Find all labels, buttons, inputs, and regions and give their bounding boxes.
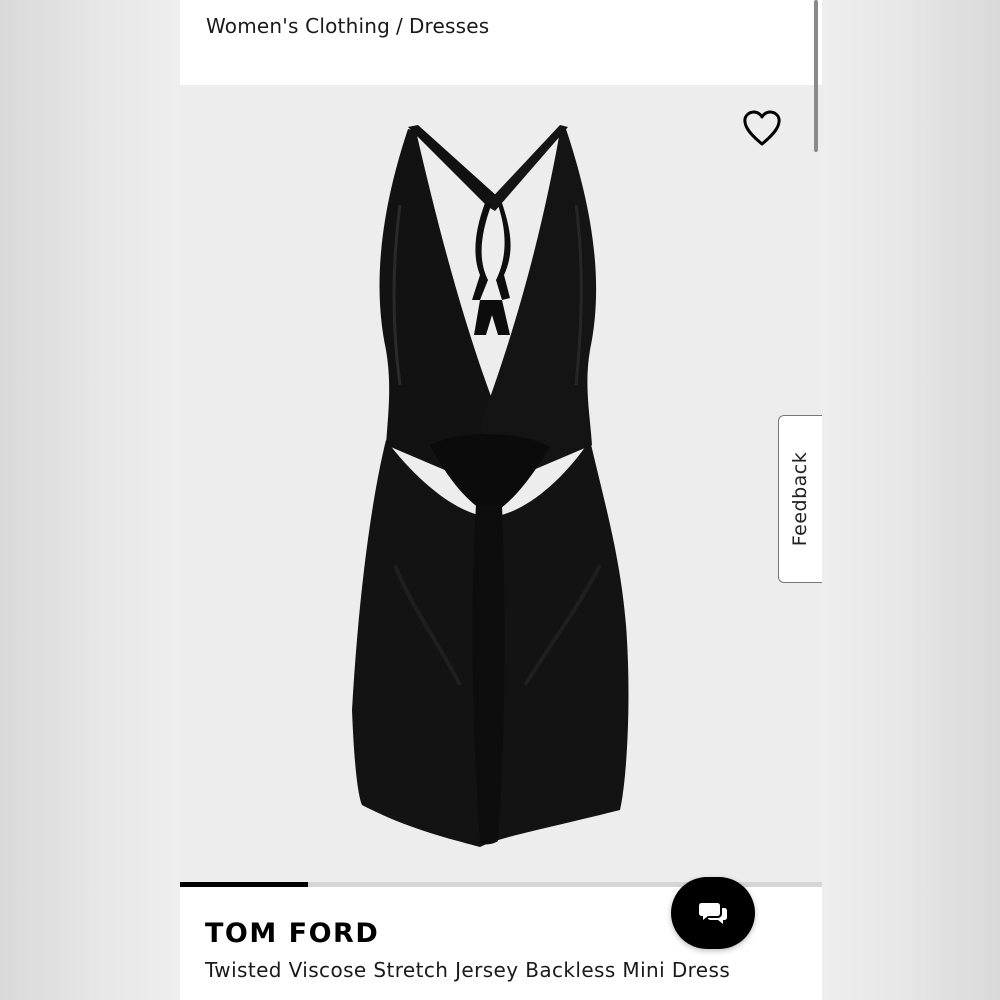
product-name: Twisted Viscose Stretch Jersey Backless …	[205, 958, 731, 982]
product-brand[interactable]: TOM FORD	[205, 918, 379, 949]
wishlist-button[interactable]	[742, 109, 786, 153]
chat-button[interactable]	[671, 877, 755, 949]
breadcrumb-womens-clothing[interactable]: Women's Clothing	[206, 14, 390, 38]
breadcrumb: Women's Clothing / Dresses	[206, 14, 489, 38]
product-page: Women's Clothing / Dresses Feedback TOM …	[180, 0, 822, 1000]
breadcrumb-separator: /	[395, 14, 403, 38]
carousel-progress-fill	[180, 882, 308, 887]
product-image	[352, 125, 629, 847]
product-image-carousel[interactable]: Feedback	[180, 85, 822, 882]
backdrop-right	[822, 0, 1000, 1000]
feedback-tab[interactable]: Feedback	[778, 415, 822, 583]
feedback-label: Feedback	[789, 451, 812, 547]
chat-bubbles-icon	[699, 903, 727, 924]
backdrop-left	[0, 0, 180, 1000]
heart-outline-icon	[743, 110, 781, 146]
breadcrumb-dresses[interactable]: Dresses	[409, 14, 489, 38]
scrollbar[interactable]	[814, 0, 818, 152]
